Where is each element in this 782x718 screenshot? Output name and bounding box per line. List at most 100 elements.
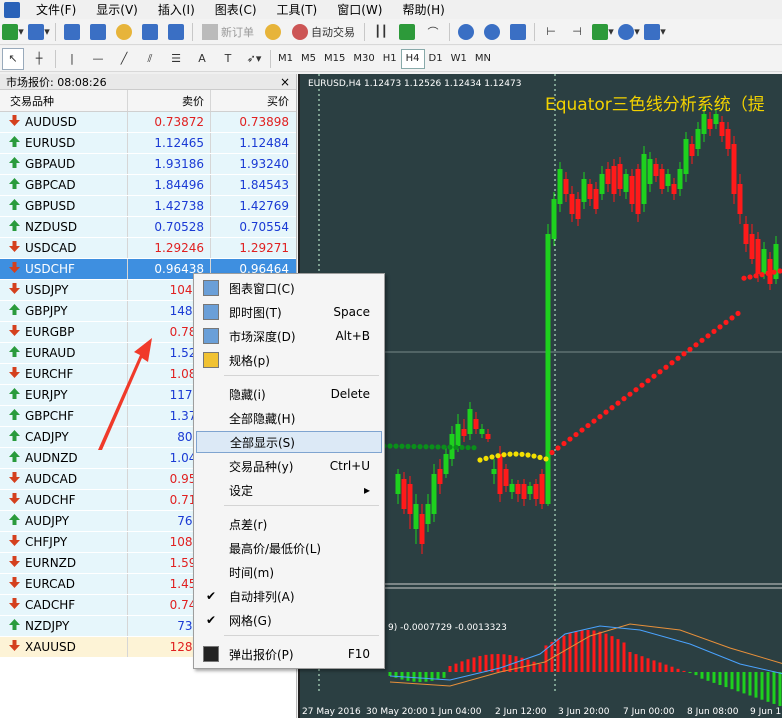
menu-tools[interactable]: 工具(T) <box>267 1 328 18</box>
tile-windows-button[interactable] <box>507 21 529 43</box>
symbol-name: AUDUSD <box>25 115 77 129</box>
zoom-in-button[interactable] <box>455 21 477 43</box>
text-button[interactable]: A <box>191 48 213 70</box>
terminal-toggle[interactable] <box>139 21 161 43</box>
candle-body <box>761 249 767 274</box>
periods-button[interactable]: ▾ <box>618 21 640 43</box>
context-menu-item[interactable]: 全部显示(S) <box>196 431 382 453</box>
new-chart-button[interactable]: ▾ <box>2 21 24 43</box>
new-order-button[interactable]: 新订单 <box>198 21 258 43</box>
context-menu-item[interactable]: ✔ 自动排列(A) <box>196 585 382 607</box>
context-menu-item[interactable]: 规格(p) <box>196 349 382 371</box>
menu-view[interactable]: 显示(V) <box>86 1 148 18</box>
context-menu-item[interactable]: 交易品种(y) Ctrl+U <box>196 455 382 477</box>
cursor-button[interactable]: ↖ <box>2 47 24 70</box>
indicators-button[interactable]: ▾ <box>592 21 614 43</box>
context-menu-item[interactable]: 全部隐藏(H) <box>196 407 382 429</box>
market-watch-row[interactable]: AUDUSD 0.73872 0.73898 <box>0 112 296 133</box>
market-watch-row[interactable]: EURUSD 1.12465 1.12484 <box>0 133 296 154</box>
market-watch-row[interactable]: USDCAD 1.29246 1.29271 <box>0 238 296 259</box>
equator-dot <box>675 355 681 361</box>
templates-button[interactable]: ▾ <box>644 21 666 43</box>
candle-body <box>665 174 671 186</box>
auto-scroll-button[interactable]: ⊢ <box>540 21 562 43</box>
tf-d1[interactable]: D1 <box>425 49 447 69</box>
data-window-toggle[interactable] <box>87 21 109 43</box>
macd-bar <box>472 657 476 672</box>
text-label-button[interactable]: T <box>217 48 239 70</box>
arrows-button[interactable]: ➶▾ <box>243 48 265 70</box>
context-menu-item[interactable]: 最高价/最低价(L) <box>196 537 382 559</box>
candle-body <box>719 122 725 136</box>
crosshair-button[interactable]: ┼ <box>28 48 50 70</box>
chart-window-icon <box>203 280 219 296</box>
channel-button[interactable]: ⫽ <box>139 48 161 70</box>
symbol-cell: EURGBP <box>0 322 128 342</box>
market-watch-row[interactable]: GBPUSD 1.42738 1.42769 <box>0 196 296 217</box>
col-ask[interactable]: 买价 <box>211 90 295 111</box>
equator-dot <box>651 373 657 379</box>
menu-window[interactable]: 窗口(W) <box>327 1 392 18</box>
tf-mn[interactable]: MN <box>471 49 495 69</box>
symbol-cell: NZDJPY <box>0 616 128 636</box>
tf-w1[interactable]: W1 <box>447 49 471 69</box>
candle-chart-button[interactable] <box>396 21 418 43</box>
metaeditor-icon <box>265 23 281 40</box>
profiles-button[interactable]: ▾ <box>28 21 50 43</box>
context-menu-item[interactable]: 即时图(T) Space <box>196 301 382 323</box>
tf-m1[interactable]: M1 <box>274 49 297 69</box>
market-watch-row[interactable]: GBPCAD 1.84496 1.84543 <box>0 175 296 196</box>
col-symbol[interactable]: 交易品种 <box>0 90 128 111</box>
menu-charts[interactable]: 图表(C) <box>205 1 267 18</box>
tf-m5[interactable]: M5 <box>297 49 320 69</box>
arrow-up-icon <box>9 220 20 234</box>
menu-item-label: 隐藏(i) <box>229 387 266 402</box>
vertical-line-button[interactable]: | <box>61 48 83 70</box>
context-menu-item[interactable]: 设定 ▸ <box>196 479 382 501</box>
close-icon[interactable]: × <box>280 75 296 89</box>
line-chart-button[interactable]: ⌒ <box>422 21 444 43</box>
tester-toggle[interactable] <box>165 21 187 43</box>
context-menu-item[interactable]: ✔ 网格(G) <box>196 609 382 631</box>
candle-body <box>551 199 557 239</box>
market-watch-row[interactable]: GBPAUD 1.93186 1.93240 <box>0 154 296 175</box>
menu-help[interactable]: 帮助(H) <box>392 1 454 18</box>
candle-body <box>587 184 593 199</box>
tf-m30[interactable]: M30 <box>349 49 378 69</box>
arrow-up-icon <box>9 619 20 633</box>
chart-shift-button[interactable]: ⊣ <box>566 21 588 43</box>
col-bid[interactable]: 卖价 <box>128 90 211 111</box>
tf-h1[interactable]: H1 <box>379 49 401 69</box>
context-menu-item[interactable]: 弹出报价(P) F10 <box>196 643 382 665</box>
menu-insert[interactable]: 插入(I) <box>148 1 205 18</box>
context-menu-item[interactable]: 图表窗口(C) <box>196 277 382 299</box>
candle-icon <box>399 23 415 40</box>
candle-body <box>509 484 515 492</box>
tf-m15[interactable]: M15 <box>320 49 349 69</box>
equator-dot <box>573 431 579 438</box>
tf-h4[interactable]: H4 <box>400 48 425 69</box>
symbol-cell: EURNZD <box>0 553 128 573</box>
fibonacci-button[interactable]: ☰ <box>165 48 187 70</box>
zoom-out-button[interactable] <box>481 21 503 43</box>
x-label-3: 2 Jun 12:00 <box>495 707 547 717</box>
context-menu-item[interactable]: 隐藏(i) Delete <box>196 383 382 405</box>
auto-trade-button[interactable]: 自动交易 <box>288 21 359 43</box>
trend-line-button[interactable]: ╱ <box>113 48 135 70</box>
equator-dot <box>441 444 447 450</box>
menu-file[interactable]: 文件(F) <box>26 1 86 18</box>
context-menu-item[interactable]: 时间(m) <box>196 561 382 583</box>
symbol-cell: USDCHF <box>0 259 128 279</box>
horizontal-line-button[interactable]: — <box>87 48 109 70</box>
context-menu-item[interactable]: 点差(r) <box>196 513 382 535</box>
tile-icon <box>510 23 526 40</box>
symbol-name: EURJPY <box>25 388 68 402</box>
bar-chart-button[interactable]: ┃┃ <box>370 21 392 43</box>
candle-body <box>479 429 485 434</box>
chart-info: EURUSD,H4 1.12473 1.12526 1.12434 1.1247… <box>308 79 522 89</box>
context-menu-item[interactable]: 市场深度(D) Alt+B <box>196 325 382 347</box>
navigator-toggle[interactable] <box>113 21 135 43</box>
metaeditor-button[interactable] <box>262 21 284 43</box>
market-watch-row[interactable]: NZDUSD 0.70528 0.70554 <box>0 217 296 238</box>
market-watch-toggle[interactable] <box>61 21 83 43</box>
